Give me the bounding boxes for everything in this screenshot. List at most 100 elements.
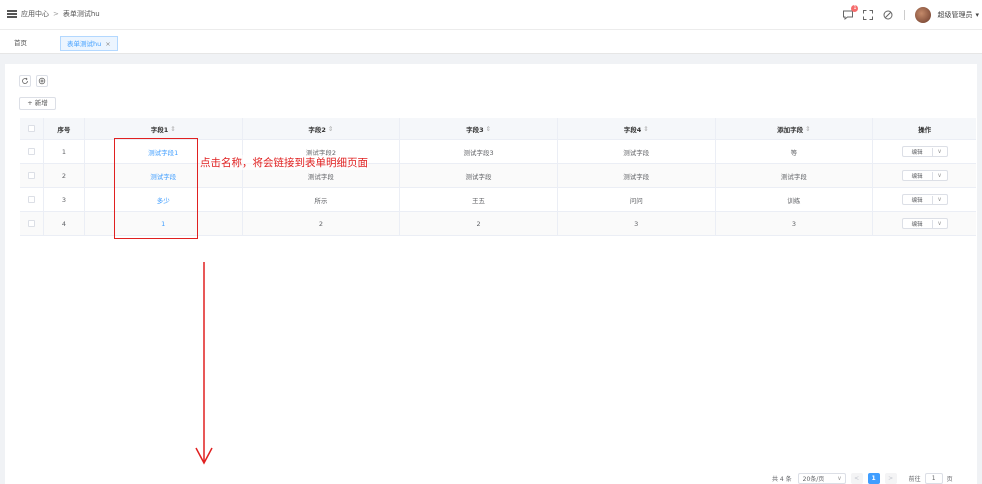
row-checkbox[interactable]: [27, 172, 35, 179]
tab-form-test-label: 表单测试hu: [67, 40, 102, 48]
header-divider: [904, 10, 906, 20]
header-field2-label: 字段2: [308, 125, 326, 134]
edit-dropdown-button[interactable]: 编辑 ∨: [901, 194, 948, 205]
select-all-checkbox[interactable]: [27, 125, 35, 132]
notification-badge: 1: [851, 5, 859, 12]
sort-icon[interactable]: ⇕: [170, 125, 175, 133]
added-field-cell: 等: [716, 140, 874, 163]
edit-button[interactable]: 编辑: [903, 147, 933, 156]
actions-cell: 编辑 ∨: [873, 140, 976, 163]
theme-icon[interactable]: [882, 9, 894, 21]
header-actions: 1 超级管理员 ▾: [842, 0, 982, 30]
page-size-value: 20条/页: [802, 475, 825, 483]
header-no: 序号: [44, 118, 85, 139]
breadcrumb: 应用中心 > 表单测试hu: [21, 9, 100, 19]
chevron-down-icon[interactable]: ∨: [933, 148, 947, 155]
header-field4[interactable]: 字段4 ⇕: [558, 118, 716, 139]
row-checkbox[interactable]: [27, 220, 35, 227]
edit-button[interactable]: 编辑: [903, 219, 933, 228]
header-field1[interactable]: 字段1 ⇕: [85, 118, 243, 139]
fullscreen-icon[interactable]: [862, 9, 874, 21]
field3-cell: 2: [400, 212, 558, 235]
edit-dropdown-button[interactable]: 编辑 ∨: [901, 170, 948, 181]
header-added-field[interactable]: 添加字段 ⇕: [716, 118, 874, 139]
edit-dropdown-button[interactable]: 编辑 ∨: [901, 218, 948, 229]
prev-page-button[interactable]: <: [850, 472, 863, 484]
added-field-cell: 训练: [716, 188, 874, 211]
page-size-select[interactable]: 20条/页 ∨: [797, 472, 846, 484]
refresh-button[interactable]: [19, 75, 31, 87]
next-page-button[interactable]: >: [884, 472, 897, 484]
field3-cell: 王五: [400, 188, 558, 211]
field3-cell: 测试字段: [400, 164, 558, 187]
header-field2[interactable]: 字段2 ⇕: [243, 118, 401, 139]
menu-fold-icon[interactable]: [7, 10, 17, 18]
row-no: 2: [44, 164, 85, 187]
actions-cell: 编辑 ∨: [873, 164, 976, 187]
goto-suffix: 页: [946, 475, 953, 483]
field4-cell: 3: [558, 212, 716, 235]
chevron-down-icon: ∨: [837, 474, 842, 482]
row-no: 4: [44, 212, 85, 235]
page-number-current[interactable]: 1: [867, 472, 880, 484]
sort-icon[interactable]: ⇕: [328, 125, 333, 133]
sort-icon[interactable]: ⇕: [486, 125, 491, 133]
row-no: 1: [44, 140, 85, 163]
field2-cell: 所示: [243, 188, 401, 211]
annotation-arrow-icon: [195, 262, 213, 465]
row-select-cell: [20, 212, 44, 235]
field3-cell: 测试字段3: [400, 140, 558, 163]
row-checkbox[interactable]: [27, 148, 35, 155]
sort-icon[interactable]: ⇕: [805, 125, 810, 133]
row-select-cell: [20, 140, 44, 163]
table-header-row: 序号 字段1 ⇕ 字段2 ⇕ 字段3 ⇕ 字段4 ⇕ 添加字段 ⇕ 操作: [20, 118, 976, 140]
header-field3-label: 字段3: [466, 125, 484, 134]
goto-label: 前往: [908, 475, 921, 483]
breadcrumb-item-app-center[interactable]: 应用中心: [21, 10, 49, 18]
breadcrumb-separator: >: [53, 10, 59, 18]
tab-home[interactable]: 首页: [8, 36, 33, 51]
chevron-down-icon[interactable]: ∨: [933, 196, 947, 203]
header-no-label: 序号: [57, 125, 71, 134]
pagination: 共 4 条 20条/页 ∨ < 1 > 前往 1 页: [772, 472, 953, 484]
column-settings-button[interactable]: [36, 75, 48, 87]
field4-cell: 问问: [558, 188, 716, 211]
chevron-down-icon[interactable]: ∨: [933, 172, 947, 179]
header-actions: 操作: [873, 118, 976, 139]
goto-page-input[interactable]: 1: [924, 472, 943, 484]
tabs-bar: 首页 表单测试hu ×: [0, 31, 982, 54]
add-button[interactable]: + 新增: [19, 97, 56, 110]
row-select-cell: [20, 164, 44, 187]
settings-icon: [38, 77, 46, 85]
field4-cell: 测试字段: [558, 164, 716, 187]
field2-cell: 2: [243, 212, 401, 235]
edit-button[interactable]: 编辑: [903, 171, 933, 180]
tab-home-label: 首页: [14, 39, 27, 47]
sort-icon[interactable]: ⇕: [643, 125, 648, 133]
edit-button[interactable]: 编辑: [903, 195, 933, 204]
header-added-field-label: 添加字段: [777, 125, 804, 134]
actions-cell: 编辑 ∨: [873, 212, 976, 235]
chevron-down-icon[interactable]: ∨: [933, 220, 947, 227]
select-all-cell: [20, 118, 44, 139]
user-dropdown-caret[interactable]: ▾: [975, 11, 979, 19]
header-field4-label: 字段4: [623, 125, 642, 134]
username[interactable]: 超级管理员: [937, 10, 972, 20]
header-field3[interactable]: 字段3 ⇕: [400, 118, 558, 139]
header-field1-label: 字段1: [150, 125, 169, 134]
tab-close-icon[interactable]: ×: [105, 40, 110, 48]
added-field-cell: 3: [716, 212, 874, 235]
added-field-cell: 测试字段: [716, 164, 874, 187]
annotation-highlight-box: [114, 138, 198, 239]
annotation-text: 点击名称，将会链接到表单明细页面: [200, 155, 368, 170]
message-icon[interactable]: 1: [842, 5, 859, 21]
refresh-icon: [22, 77, 28, 84]
tab-form-test[interactable]: 表单测试hu ×: [60, 36, 118, 51]
header-actions-label: 操作: [918, 125, 932, 134]
pagination-total: 共 4 条: [772, 475, 792, 483]
field4-cell: 测试字段: [558, 140, 716, 163]
row-select-cell: [20, 188, 44, 211]
row-checkbox[interactable]: [27, 196, 35, 203]
avatar[interactable]: [915, 7, 932, 23]
edit-dropdown-button[interactable]: 编辑 ∨: [901, 146, 948, 157]
